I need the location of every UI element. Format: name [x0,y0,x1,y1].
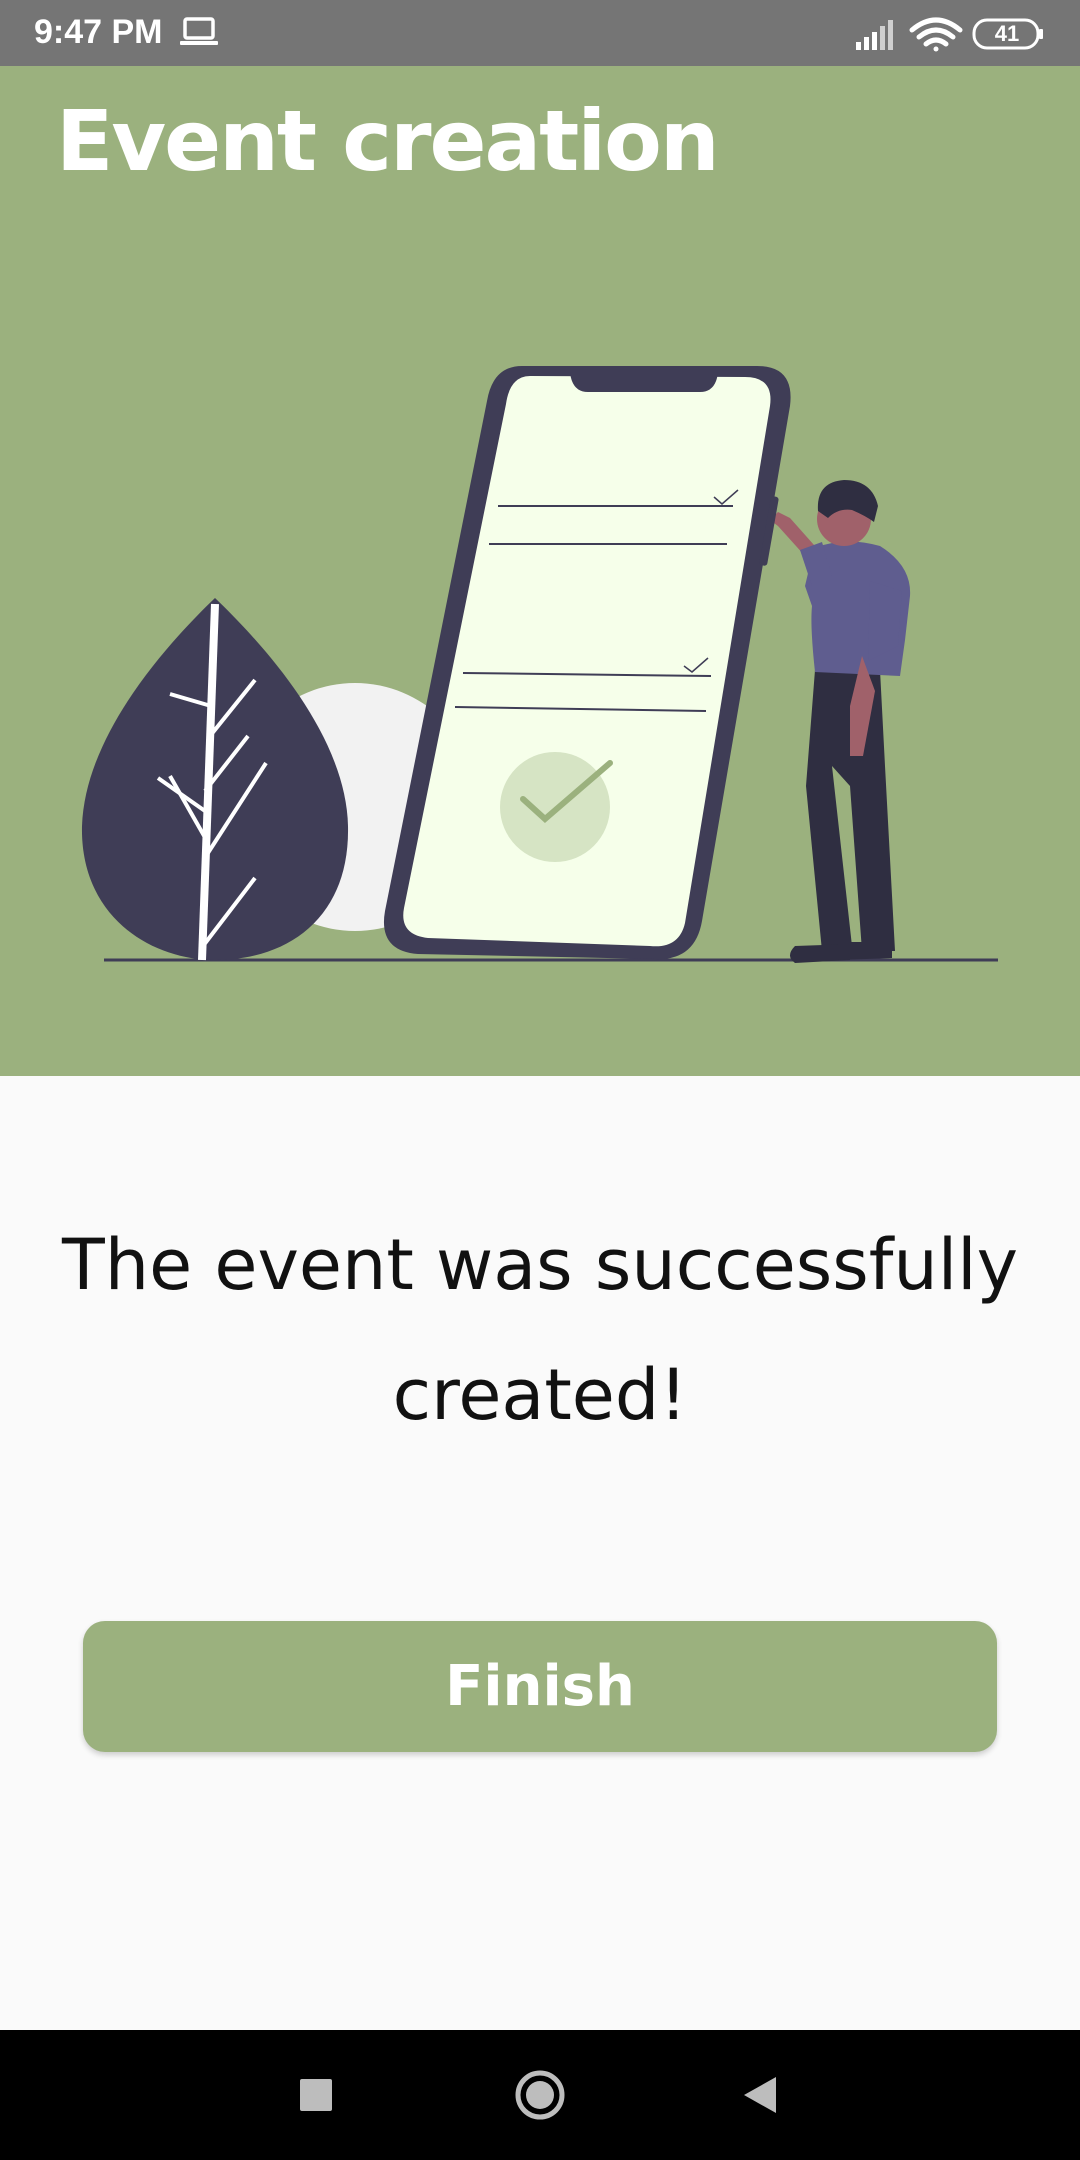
finish-button[interactable]: Finish [83,1621,997,1752]
signal-icon [856,20,893,50]
home-button[interactable] [480,2030,600,2160]
phone-checklist-illustration [81,366,998,963]
success-message: The event was successfully created! [61,1224,1019,1436]
recents-button[interactable] [256,2030,376,2160]
person-icon [759,480,911,963]
home-icon [515,2070,565,2120]
recents-icon [300,2079,332,2111]
status-bar: 9:47 PM 41 [0,0,1080,66]
status-time: 9:47 PM [34,13,163,51]
back-button[interactable] [700,2030,820,2160]
wifi-icon [909,17,963,52]
status-icons: 41 [856,12,1046,56]
laptop-icon [180,16,218,52]
phone-icon [383,366,791,960]
leaf-icon [81,598,349,961]
back-icon [744,2077,776,2113]
navigation-bar [0,2030,1080,2160]
battery-level: 41 [994,21,1020,46]
